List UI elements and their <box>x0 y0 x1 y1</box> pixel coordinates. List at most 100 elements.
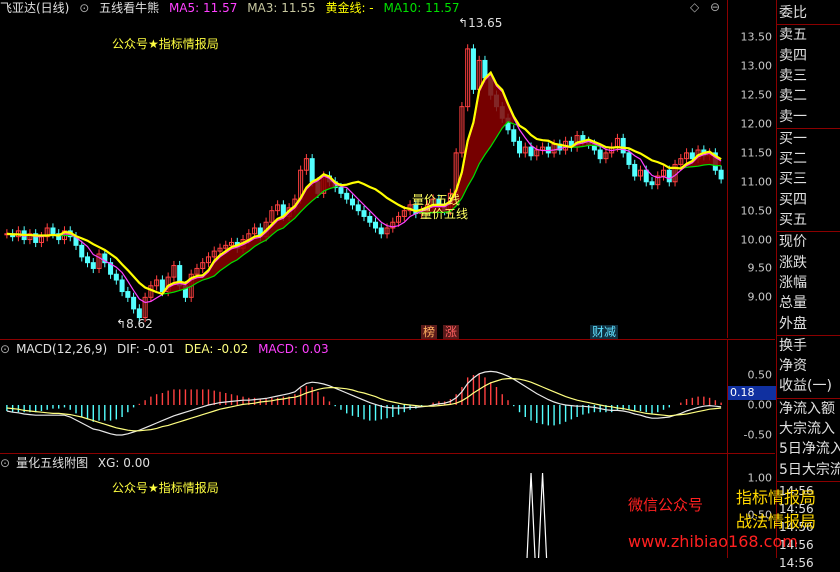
price-tick: 13.50 <box>740 30 773 44</box>
candle-body <box>159 279 165 293</box>
price-tick: 11.50 <box>740 146 773 160</box>
sub-header: ⊙ 量化五线附图 XG: 0.00 <box>0 455 727 471</box>
sub-chart <box>526 472 548 558</box>
side-item-fundamental[interactable]: 换手 <box>779 336 840 356</box>
price-tick: 11.00 <box>740 175 773 189</box>
price-chart <box>4 44 724 323</box>
side-item-flow[interactable]: 5日净流入 <box>779 439 840 459</box>
price-tick: 13.00 <box>740 59 773 73</box>
side-item-quote[interactable]: 涨幅 <box>779 273 840 293</box>
side-item-quote[interactable]: 涨跌 <box>779 253 840 273</box>
side-item-ask[interactable]: 卖三 <box>779 66 840 86</box>
ma3-readout: MA3: 11.55 <box>247 1 316 15</box>
candle-body <box>361 210 367 217</box>
xg-spike <box>537 472 548 558</box>
macd-dif: DIF: -0.01 <box>117 342 175 356</box>
dif-line <box>6 370 722 436</box>
macd-chart <box>6 370 722 436</box>
xg-spike <box>526 472 536 558</box>
macd-current-value: 0.18 <box>728 386 777 400</box>
side-item-flow[interactable]: 净流入额 <box>779 399 840 419</box>
side-item-bid[interactable]: 买四 <box>779 190 840 210</box>
macd-settings-icon[interactable]: ⊙ <box>0 342 10 356</box>
candle-body <box>517 140 523 154</box>
candle-body <box>626 152 632 165</box>
candle-body <box>470 48 476 90</box>
tag-bang[interactable]: 榜 <box>421 325 438 339</box>
candle-body <box>511 129 517 142</box>
divider-sub <box>0 453 775 454</box>
macd-tick: 0.50 <box>747 368 773 382</box>
watermark-brand-2: 战法情报局 <box>736 512 817 531</box>
candle-body <box>119 279 125 293</box>
side-item-quote[interactable]: 现价 <box>779 232 840 252</box>
side-item-ask[interactable]: 卖五 <box>779 25 840 45</box>
candle-body <box>125 291 131 298</box>
ma5-line <box>6 73 722 304</box>
price-tick: 10.50 <box>740 204 773 218</box>
price-tick: 9.00 <box>747 290 773 304</box>
side-item-ask[interactable]: 卖二 <box>779 86 840 106</box>
side-item-flow[interactable]: 大宗流入 <box>779 419 840 439</box>
gold-line <box>6 70 722 296</box>
candle-body <box>597 149 603 160</box>
candle-body <box>90 262 96 269</box>
candle-body <box>344 192 350 200</box>
watermark-url: www.zhibiao168.com <box>628 532 798 551</box>
candle-body <box>378 227 384 235</box>
side-item-bid[interactable]: 买一 <box>779 129 840 149</box>
candle-body <box>649 181 655 186</box>
candle-body <box>367 215 373 223</box>
sub-name[interactable]: 量化五线附图 <box>16 456 88 470</box>
dea-line <box>6 378 722 432</box>
candle-body <box>689 152 695 160</box>
candle-body <box>85 256 91 264</box>
candle-body <box>355 204 361 212</box>
tag-caijian[interactable]: 财减 <box>590 325 619 339</box>
watermark-wechat: 微信公众号 <box>628 496 704 514</box>
macd-value: MACD: 0.03 <box>258 342 329 356</box>
tag-zhang[interactable]: 涨 <box>443 325 460 339</box>
candle-body <box>50 227 56 235</box>
macd-dea: DEA: -0.02 <box>184 342 249 356</box>
side-item-quote[interactable]: 总量 <box>779 293 840 313</box>
panel-options-icon[interactable]: ◇ <box>690 0 699 14</box>
side-item-ask[interactable]: 卖一 <box>779 107 840 127</box>
high-price-label: ↰13.65 <box>458 16 503 30</box>
candle-body <box>632 163 638 177</box>
indicator-name[interactable]: 五线看牛熊 <box>99 1 159 15</box>
sub-tick: 1.00 <box>747 471 773 485</box>
main-header: 飞亚达(日线) ⊙ 五线看牛熊 MA5: 11.57 MA3: 11.55 黄金… <box>0 0 727 16</box>
side-item-bid[interactable]: 买五 <box>779 210 840 230</box>
macd-name[interactable]: MACD(12,26,9) <box>16 342 107 356</box>
candle-body <box>79 244 85 258</box>
candle-body <box>620 137 626 154</box>
side-item-quote[interactable]: 外盘 <box>779 314 840 334</box>
side-item-bid[interactable]: 买二 <box>779 149 840 169</box>
candle-body <box>528 146 534 157</box>
side-item-weibi[interactable]: 委比 <box>779 3 840 23</box>
side-item-flow[interactable]: 5日大宗流 <box>779 460 840 480</box>
candle-body <box>349 198 355 206</box>
macd-tick: 0.00 <box>747 398 773 412</box>
side-item-ask[interactable]: 卖四 <box>779 46 840 66</box>
sub-settings-icon[interactable]: ⊙ <box>0 456 10 470</box>
indicator-settings-icon[interactable]: ⊙ <box>79 1 89 15</box>
side-item-fundamental[interactable]: 收益(一) <box>779 376 840 396</box>
candle-body <box>718 169 724 180</box>
candle-body <box>309 158 315 183</box>
candle-body <box>338 187 344 194</box>
stock-title[interactable]: 飞亚达(日线) <box>0 1 69 15</box>
panel-collapse-icon[interactable]: ⊖ <box>710 0 720 14</box>
divider-macd <box>0 339 775 340</box>
price-tick: 9.50 <box>747 261 773 275</box>
candle-body <box>131 296 137 310</box>
candle-body <box>666 169 672 183</box>
side-item-bid[interactable]: 买三 <box>779 169 840 189</box>
side-border <box>776 0 777 558</box>
macd-header: ⊙ MACD(12,26,9) DIF: -0.01 DEA: -0.02 MAC… <box>0 341 727 357</box>
candle-body <box>643 169 649 183</box>
side-item-fundamental[interactable]: 净资 <box>779 356 840 376</box>
low-price-label: ↰8.62 <box>116 317 153 331</box>
candle-body <box>482 59 488 79</box>
